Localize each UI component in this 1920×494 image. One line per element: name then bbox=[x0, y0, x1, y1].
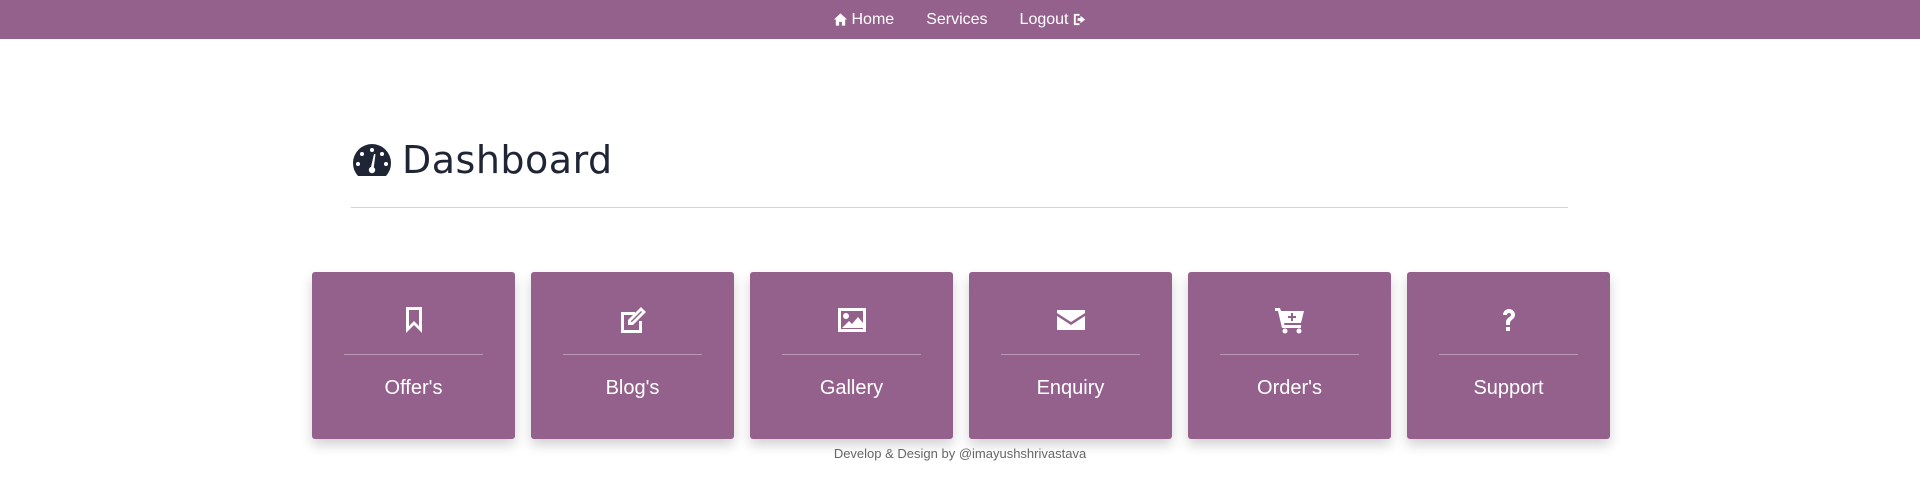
tile-icon-wrap bbox=[1274, 302, 1306, 338]
home-icon bbox=[833, 13, 847, 26]
tile-label: Offer's bbox=[384, 377, 443, 399]
tile-divider bbox=[782, 354, 921, 355]
tile-support[interactable]: Support bbox=[1407, 272, 1610, 439]
tile-blogs[interactable]: Blog's bbox=[531, 272, 734, 439]
page-title-text: Dashboard bbox=[402, 138, 613, 182]
dashboard-gauge-icon bbox=[352, 144, 392, 176]
tile-icon-wrap bbox=[617, 302, 649, 338]
tile-label: Order's bbox=[1257, 377, 1322, 399]
tile-offers[interactable]: Offer's bbox=[312, 272, 515, 439]
tile-divider bbox=[344, 354, 483, 355]
tile-label: Enquiry bbox=[1036, 377, 1105, 399]
tile-label: Support bbox=[1473, 377, 1544, 399]
sign-out-icon bbox=[1074, 13, 1086, 26]
page-title: Dashboard bbox=[351, 135, 1568, 185]
edit-icon bbox=[620, 307, 646, 333]
tile-enquiry[interactable]: Enquiry bbox=[969, 272, 1172, 439]
tile-icon-wrap bbox=[1493, 302, 1525, 338]
question-icon bbox=[1502, 309, 1515, 331]
envelope-icon bbox=[1056, 310, 1085, 330]
tile-divider bbox=[563, 354, 702, 355]
tile-divider bbox=[1439, 354, 1578, 355]
footer-credit: Develop & Design by @imayushshrivastava bbox=[833, 446, 1087, 461]
tile-orders[interactable]: Order's bbox=[1188, 272, 1391, 439]
nav-home-label: Home bbox=[851, 10, 895, 28]
top-navbar: Home Services Logout bbox=[0, 0, 1920, 39]
dashboard-tiles: Offer's Blog's Gallery Enquiry Order's S… bbox=[312, 272, 1610, 439]
tile-icon-wrap bbox=[398, 302, 430, 338]
nav-services-link[interactable]: Services bbox=[926, 11, 987, 29]
cart-plus-icon bbox=[1274, 308, 1304, 334]
image-icon bbox=[837, 308, 866, 332]
tile-divider bbox=[1001, 354, 1140, 355]
nav-home-link[interactable]: Home bbox=[833, 10, 895, 29]
page-header: Dashboard bbox=[351, 135, 1568, 208]
nav-links: Home Services Logout bbox=[833, 11, 1088, 29]
tile-icon-wrap bbox=[1055, 302, 1087, 338]
title-divider bbox=[351, 207, 1568, 208]
tile-icon-wrap bbox=[836, 302, 868, 338]
tile-gallery[interactable]: Gallery bbox=[750, 272, 953, 439]
tile-label: Gallery bbox=[819, 377, 884, 399]
tile-label: Blog's bbox=[605, 377, 660, 399]
bookmark-icon bbox=[405, 307, 422, 333]
tile-divider bbox=[1220, 354, 1359, 355]
nav-services-label: Services bbox=[926, 10, 988, 28]
nav-logout-link[interactable]: Logout bbox=[1020, 11, 1088, 29]
nav-logout-label: Logout bbox=[1019, 10, 1069, 28]
